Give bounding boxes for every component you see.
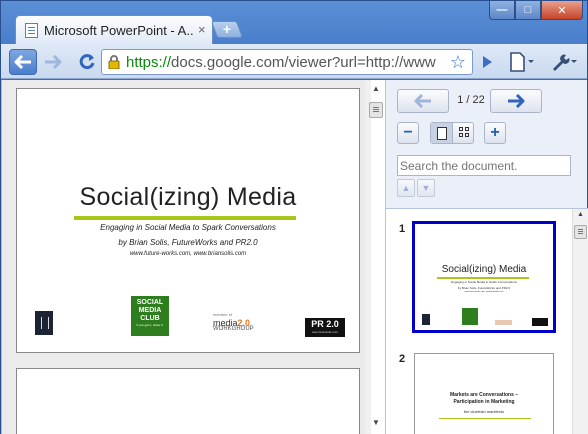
play-arrow-icon (483, 56, 492, 68)
pr20-logo: PR 2.0 www.briansolis.com (305, 318, 345, 337)
arrow-right-icon (45, 55, 62, 69)
thumbnail-list: 1 Social(izing) Media Engaging in Social… (386, 208, 588, 434)
reload-button[interactable] (73, 49, 101, 75)
reload-icon (79, 54, 95, 70)
thumb-smc-logo (462, 308, 478, 325)
page-controls: 1 / 22 (397, 89, 567, 113)
tab-title: Microsoft PowerPoint - A... (44, 23, 194, 38)
slide-page-1: Social(izing) Media Engaging in Social M… (16, 88, 360, 353)
thumbnail-scrollbar[interactable]: ▲ (572, 209, 588, 434)
back-button[interactable] (9, 49, 37, 75)
thumb-futureworks-logo (422, 314, 430, 325)
plus-icon: + (490, 124, 500, 141)
browser-tab[interactable]: Microsoft PowerPoint - A... × (15, 15, 213, 45)
thumbnail-page-2[interactable]: Markets are Conversations – Participatio… (414, 353, 554, 434)
document-scrollbar-thumb[interactable] (369, 102, 383, 118)
thumb-websites: www.future-works.com, www.briansolis.com (464, 291, 504, 293)
minimize-button[interactable]: — (489, 1, 515, 20)
pr-name: PR 2.0 (311, 319, 339, 329)
scroll-up-arrow-icon[interactable]: ▲ (372, 84, 380, 93)
url-rest: docs.google.com/viewer?url=http://www (171, 54, 436, 71)
pr-url: www.briansolis.com (311, 330, 339, 334)
window-controls: — □ ✕ (489, 1, 583, 21)
slide-title-rule (74, 216, 296, 220)
search-previous-button[interactable]: ▲ (397, 179, 415, 197)
close-window-button[interactable]: ✕ (541, 1, 583, 20)
scroll-up-arrow-icon[interactable]: ▲ (577, 211, 584, 218)
futureworks-logo (35, 311, 53, 335)
zoom-out-button[interactable]: − (397, 122, 419, 144)
media-workgroup: WORKGROUP (213, 326, 254, 332)
url-scheme: https:// (126, 54, 172, 71)
zoom-controls: − + (397, 122, 517, 146)
lock-icon (108, 55, 120, 69)
document-scrollbar-track[interactable] (365, 80, 371, 434)
thumbnail-scrollbar-thumb[interactable] (574, 225, 587, 239)
tab-close-icon[interactable]: × (198, 22, 206, 37)
thumb-byline: by Brian Solis, FutureWorks and PR2.0 (457, 286, 511, 290)
thumbnail-number: 1 (399, 223, 406, 235)
slide-byline: by Brian Solis, FutureWorks and PR2.0 (118, 238, 258, 247)
single-page-view-button[interactable] (431, 123, 453, 143)
viewer-side-panel: 1 / 22 − + ▲ ▼ (385, 80, 588, 434)
thumb-media-logo (495, 320, 512, 325)
forward-button[interactable] (39, 49, 67, 75)
minus-icon: − (403, 124, 413, 141)
page-menu-icon (510, 52, 534, 72)
page-menu-button[interactable] (507, 50, 537, 74)
smc-tagline: If you get it, share it. (136, 323, 164, 327)
browser-window: Microsoft PowerPoint - A... × + — □ ✕ ht… (0, 0, 588, 434)
thumb-subtitle: Engaging in Social Media to Spark Conver… (451, 280, 517, 284)
thumb2-title-line1: Markets are Conversations – (449, 392, 519, 398)
url-text: https://docs.google.com/viewer?url=http:… (126, 54, 448, 71)
address-bar[interactable]: https://docs.google.com/viewer?url=http:… (101, 49, 473, 75)
maximize-button[interactable]: □ (515, 1, 541, 20)
thumb2-subtitle: the cluetrain manifesto (463, 409, 505, 414)
document-favicon-icon (25, 23, 38, 38)
search-next-button[interactable]: ▼ (417, 179, 435, 197)
settings-menu-button[interactable] (547, 50, 579, 74)
slide-title: Social(izing) Media (79, 183, 297, 211)
slide-subtitle: Engaging in Social Media to Spark Conver… (100, 223, 276, 232)
arrow-left-icon (14, 55, 31, 69)
zoom-in-button[interactable]: + (484, 122, 506, 144)
document-search-input[interactable] (397, 155, 571, 176)
thumb-rule (437, 277, 529, 279)
plus-icon: + (222, 21, 232, 37)
smc-line3: CLUB (140, 315, 160, 322)
thumbnail-page-1[interactable]: Social(izing) Media Engaging in Social M… (412, 221, 556, 333)
wrench-icon (553, 54, 577, 71)
media20-workgroup-logo: member of media2.0 WORKGROUP (213, 312, 255, 334)
scroll-down-arrow-icon[interactable]: ▼ (372, 418, 380, 427)
arrow-right-icon (508, 94, 525, 108)
bookmark-star-icon[interactable]: ☆ (450, 52, 466, 73)
previous-page-button[interactable] (397, 89, 449, 113)
arrow-left-icon (414, 94, 431, 108)
thumb-pr-logo (532, 318, 548, 326)
smc-line2: MEDIA (138, 307, 162, 314)
browser-toolbar: https://docs.google.com/viewer?url=http:… (1, 44, 587, 79)
viewer-content: Social(izing) Media Engaging in Social M… (1, 80, 588, 434)
next-page-button[interactable] (490, 89, 542, 113)
smc-line1: SOCIAL (136, 299, 164, 306)
media-member-of: member of (213, 312, 233, 317)
thumb2-title-line2: Participation in Marketing (453, 399, 515, 405)
slide-websites: www.future-works.com, www.briansolis.com (129, 251, 247, 257)
document-view[interactable]: Social(izing) Media Engaging in Social M… (1, 80, 371, 434)
page-indicator: 1 / 22 (457, 94, 485, 106)
thumbnail-number: 2 (399, 353, 406, 365)
thumb2-rule (439, 418, 531, 419)
slide-page-2 (16, 368, 360, 434)
search-navigation: ▲ ▼ (397, 179, 437, 197)
grid-view-button[interactable] (453, 123, 474, 143)
view-mode-toggle (430, 122, 474, 144)
new-tab-button[interactable]: + (210, 21, 244, 38)
thumb-title: Social(izing) Media (441, 264, 527, 275)
social-media-club-logo: SOCIAL MEDIA CLUB If you get it, share i… (131, 296, 169, 336)
go-button[interactable] (476, 49, 498, 75)
